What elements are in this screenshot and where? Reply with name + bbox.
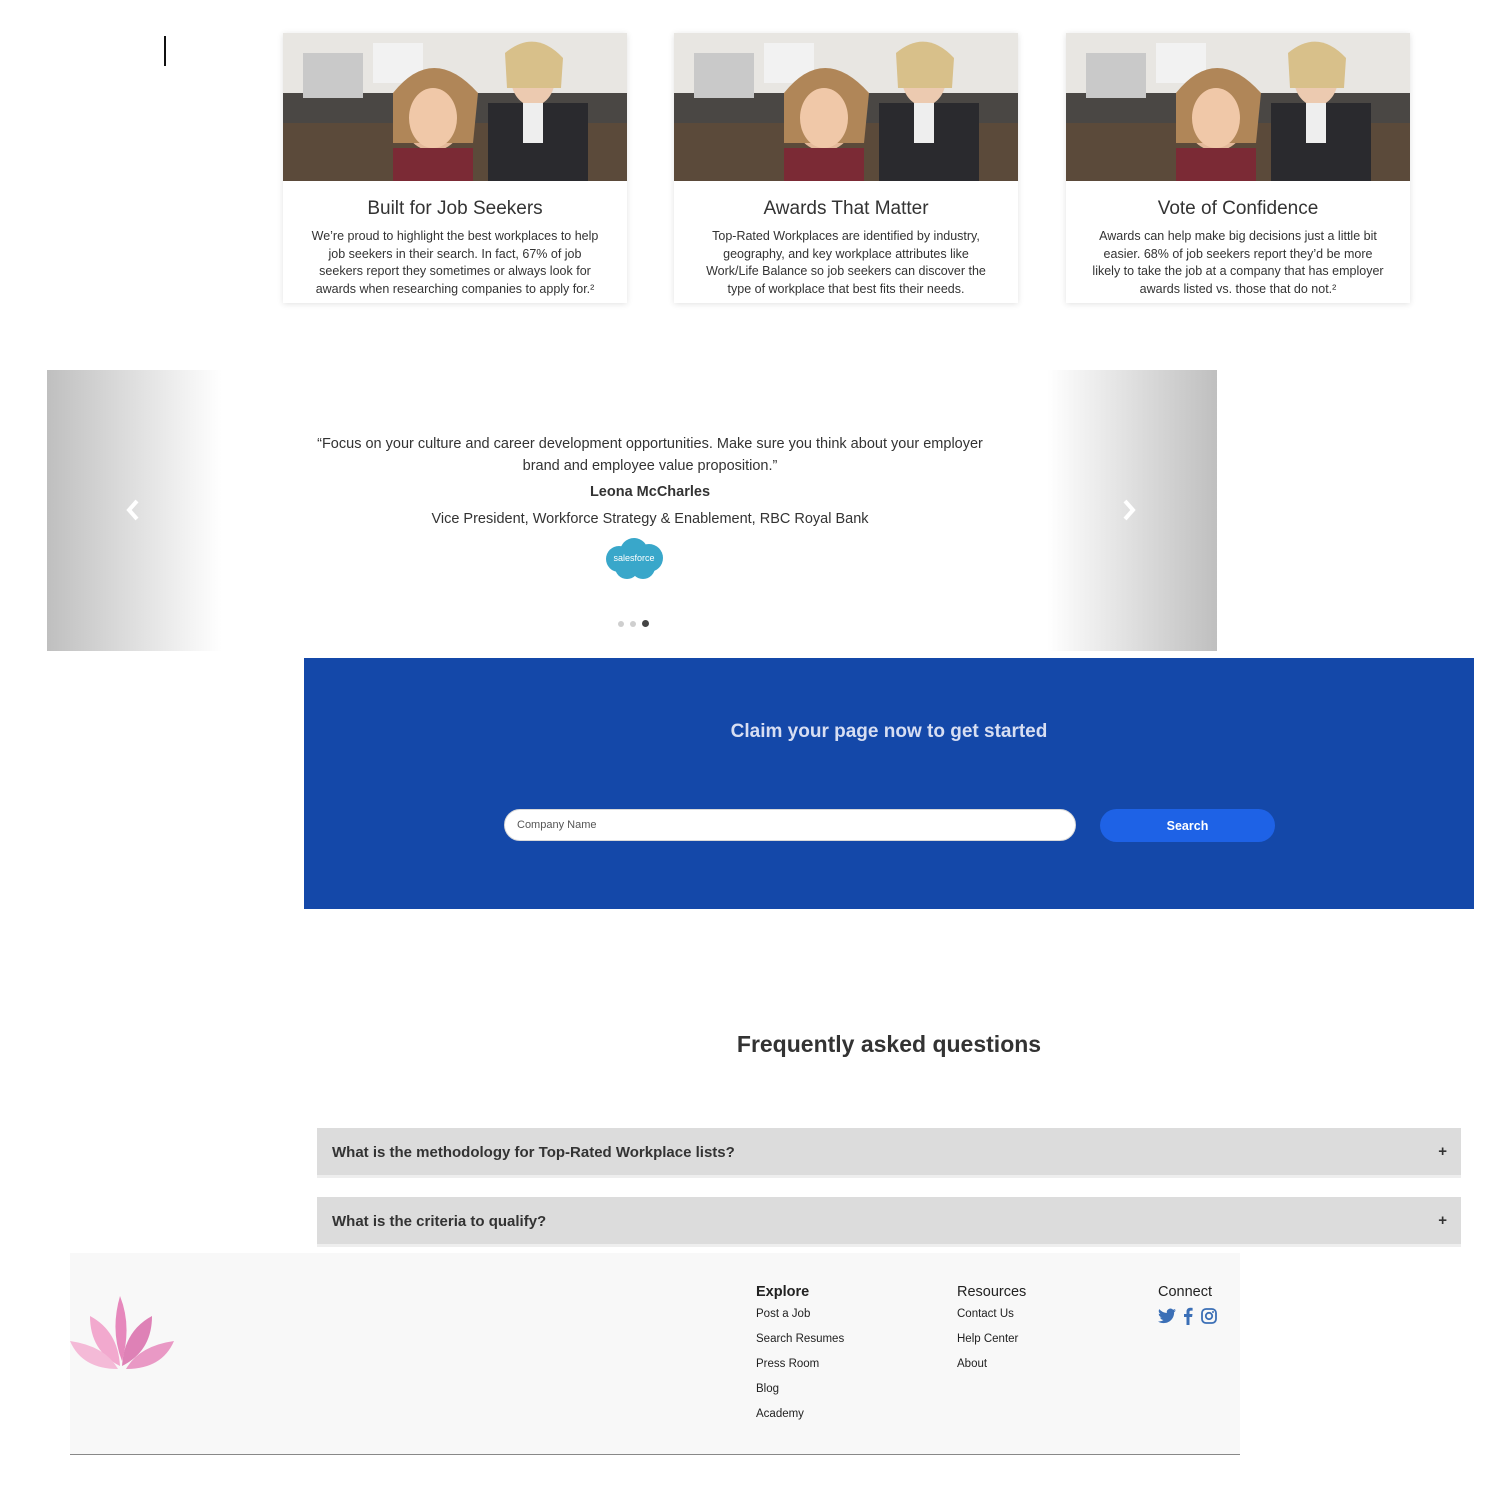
twitter-icon[interactable] — [1158, 1308, 1176, 1329]
footer-link-search-resumes[interactable]: Search Resumes — [756, 1332, 844, 1357]
footer-heading: Explore — [756, 1284, 810, 1300]
plus-icon[interactable]: + — [1438, 1212, 1447, 1229]
claim-page-banner: Claim your page now to get started Searc… — [304, 658, 1474, 909]
card-text: We’re proud to highlight the best workpl… — [311, 229, 599, 296]
search-button[interactable]: Search — [1100, 809, 1275, 842]
office-photo — [674, 33, 1018, 181]
footer-link-about[interactable]: About — [957, 1357, 1026, 1382]
footer-link-blog[interactable]: Blog — [756, 1382, 844, 1407]
footer-heading: Resources — [957, 1284, 1027, 1300]
text-cursor — [164, 36, 166, 66]
card-title: Built for Job Seekers — [367, 198, 543, 219]
footer-link-help-center[interactable]: Help Center — [957, 1332, 1026, 1357]
office-photo — [1066, 33, 1410, 181]
testimonial-role: Vice President, Workforce Strategy & Ena… — [431, 511, 869, 527]
salesforce-logo: salesforce — [603, 537, 665, 580]
instagram-icon[interactable] — [1201, 1308, 1217, 1329]
office-photo — [283, 33, 627, 181]
faq-question: What is the criteria to qualify? — [332, 1213, 547, 1230]
faq-question: What is the methodology for Top-Rated Wo… — [332, 1144, 735, 1161]
plus-icon[interactable]: + — [1438, 1143, 1447, 1160]
footer-link-contact-us[interactable]: Contact Us — [957, 1307, 1026, 1332]
footer-link-press-room[interactable]: Press Room — [756, 1357, 844, 1382]
card-text: Top-Rated Workplaces are identified by i… — [706, 229, 986, 296]
footer-link-academy[interactable]: Academy — [756, 1407, 844, 1432]
carousel-dot-active[interactable] — [642, 620, 649, 627]
footer-resources: Resources Contact Us Help Center About — [957, 1284, 1026, 1382]
testimonial-name: Leona McCharles — [589, 484, 711, 500]
footer-heading: Connect — [1158, 1284, 1213, 1300]
carousel-dot[interactable] — [630, 621, 636, 627]
feature-card: Built for Job Seekers We’re proud to hig… — [283, 33, 627, 303]
card-title: Vote of Confidence — [1157, 198, 1319, 219]
faq-title: Frequently asked questions — [736, 1031, 1042, 1057]
social-links — [1158, 1307, 1220, 1330]
company-name-input[interactable] — [504, 809, 1076, 841]
facebook-icon[interactable] — [1183, 1307, 1194, 1330]
lotus-logo[interactable] — [70, 1291, 175, 1376]
carousel-dot[interactable] — [618, 621, 624, 627]
feature-card: Vote of Confidence Awards can help make … — [1066, 33, 1410, 303]
footer: Explore Post a Job Search Resumes Press … — [70, 1253, 1240, 1455]
card-title: Awards That Matter — [763, 198, 929, 219]
testimonial-quote: “Focus on your culture and career develo… — [317, 436, 983, 474]
carousel-dots — [618, 614, 655, 632]
svg-text:salesforce: salesforce — [613, 553, 654, 563]
claim-heading: Claim your page now to get started — [730, 721, 1048, 742]
faq-item[interactable]: What is the methodology for Top-Rated Wo… — [317, 1128, 1461, 1178]
chevron-right-icon[interactable] — [1121, 498, 1141, 528]
feature-card: Awards That Matter Top-Rated Workplaces … — [674, 33, 1018, 303]
footer-explore: Explore Post a Job Search Resumes Press … — [756, 1284, 844, 1432]
card-text: Awards can help make big decisions just … — [1092, 229, 1384, 296]
footer-link-post-a-job[interactable]: Post a Job — [756, 1307, 844, 1332]
testimonial-carousel: “Focus on your culture and career develo… — [47, 370, 1217, 651]
faq-item[interactable]: What is the criteria to qualify? + — [317, 1197, 1461, 1247]
footer-connect: Connect — [1158, 1284, 1220, 1330]
chevron-left-icon[interactable] — [125, 498, 145, 528]
